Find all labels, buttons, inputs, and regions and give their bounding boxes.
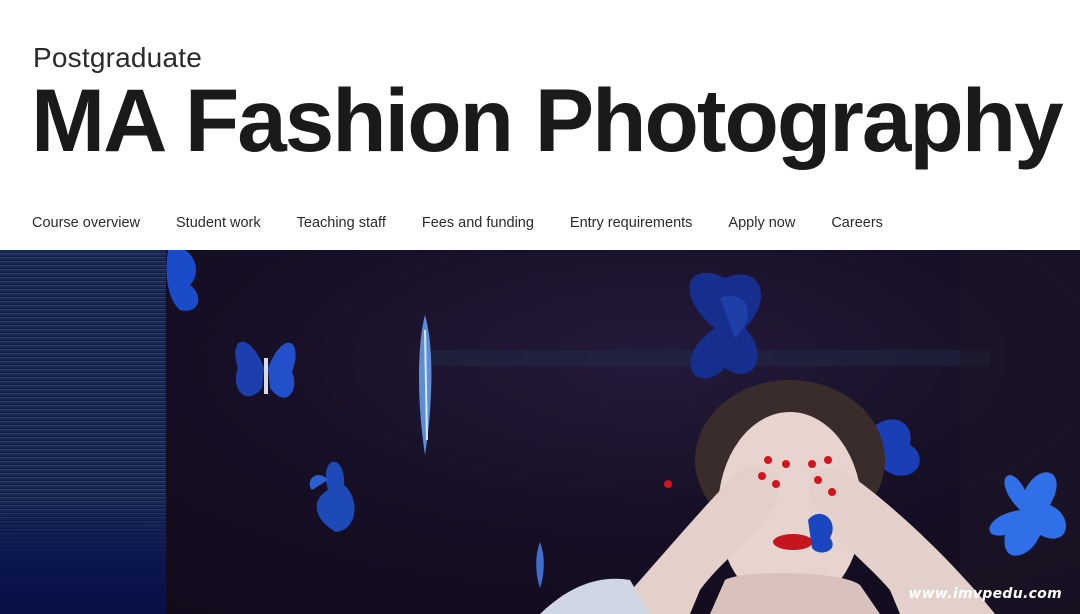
nav-student-work[interactable]: Student work <box>176 215 261 231</box>
butterfly-icon <box>166 250 199 311</box>
nav-fees-and-funding[interactable]: Fees and funding <box>422 215 534 231</box>
hero-image: www.imvpedu.com <box>0 250 1080 614</box>
nav-careers[interactable]: Careers <box>831 215 883 231</box>
page-header: Postgraduate MA Fashion Photography Cour… <box>0 0 1080 250</box>
watermark-text: www.imvpedu.com <box>908 586 1062 602</box>
nav-apply-now[interactable]: Apply now <box>728 215 795 231</box>
nav-teaching-staff[interactable]: Teaching staff <box>297 215 386 231</box>
nav-entry-requirements[interactable]: Entry requirements <box>570 215 693 231</box>
course-nav: Course overview Student work Teaching st… <box>32 215 919 231</box>
butterfly-icon <box>309 461 355 532</box>
glitch-strip <box>0 250 166 614</box>
nav-course-overview[interactable]: Course overview <box>32 215 140 231</box>
model-figure <box>540 380 995 614</box>
page-title: MA Fashion Photography <box>31 70 1064 170</box>
butterfly-icon <box>418 315 432 455</box>
butterfly-icon <box>235 341 296 398</box>
